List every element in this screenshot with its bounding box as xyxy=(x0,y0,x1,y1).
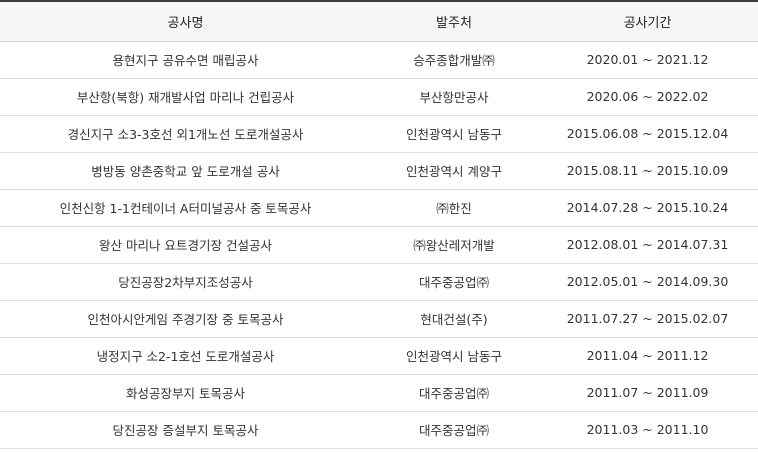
table-row: 당진공장2차부지조성공사 대주중공업㈜ 2012.05.01 ~ 2014.09… xyxy=(0,263,758,301)
client-cell: 현대건설(주) xyxy=(371,300,537,338)
project-name-cell: 경신지구 소3-3호선 외1개노선 도로개설공사 xyxy=(0,115,371,153)
project-name-cell: 당진공장2차부지조성공사 xyxy=(0,263,371,301)
header-period: 공사기간 xyxy=(537,0,758,42)
table-row: 화성공장부지 토목공사 대주중공업㈜ 2011.07 ~ 2011.09 xyxy=(0,374,758,412)
project-history-table-container: 공사명 발주처 공사기간 용현지구 공유수면 매립공사 승주종합개발㈜ 2020… xyxy=(0,0,758,454)
table-row: 부산항(북항) 재개발사업 마리나 건립공사 부산항만공사 2020.06 ~ … xyxy=(0,78,758,116)
table-row: 경신지구 소3-3호선 외1개노선 도로개설공사 인천광역시 남동구 2015.… xyxy=(0,115,758,153)
period-cell: 2015.08.11 ~ 2015.10.09 xyxy=(537,152,758,190)
project-name-cell: 인천신항 1-1컨테이너 A터미널공사 중 토목공사 xyxy=(0,189,371,227)
table-row: 당진공장 증설부지 토목공사 대주중공업㈜ 2011.03 ~ 2011.10 xyxy=(0,411,758,449)
period-cell: 2012.08.01 ~ 2014.07.31 xyxy=(537,226,758,264)
client-cell: 부산항만공사 xyxy=(371,78,537,116)
table-row: 인천신항 1-1컨테이너 A터미널공사 중 토목공사 ㈜한진 2014.07.2… xyxy=(0,189,758,227)
client-cell: ㈜한진 xyxy=(371,189,537,227)
header-client: 발주처 xyxy=(371,0,537,42)
table-row: 인천아시안게임 주경기장 중 토목공사 현대건설(주) 2011.07.27 ~… xyxy=(0,300,758,338)
client-cell: 대주중공업㈜ xyxy=(371,263,537,301)
project-name-cell: 당진공장 증설부지 토목공사 xyxy=(0,411,371,449)
period-cell: 2020.01 ~ 2021.12 xyxy=(537,41,758,79)
period-cell: 2011.07 ~ 2011.09 xyxy=(537,374,758,412)
header-project-name: 공사명 xyxy=(0,0,371,42)
period-cell: 2011.04 ~ 2011.12 xyxy=(537,337,758,375)
header-row: 공사명 발주처 공사기간 xyxy=(0,0,758,42)
table-row: 병방동 양촌중학교 앞 도로개설 공사 인천광역시 계양구 2015.08.11… xyxy=(0,152,758,190)
table-row: 왕산 마리나 요트경기장 건설공사 ㈜왕산레저개발 2012.08.01 ~ 2… xyxy=(0,226,758,264)
project-name-cell: 화성공장부지 토목공사 xyxy=(0,374,371,412)
client-cell: 인천광역시 남동구 xyxy=(371,115,537,153)
project-name-cell: 부산항(북항) 재개발사업 마리나 건립공사 xyxy=(0,78,371,116)
client-cell: 인천광역시 남동구 xyxy=(371,337,537,375)
client-cell: 인천광역시 계양구 xyxy=(371,152,537,190)
client-cell: 승주종합개발㈜ xyxy=(371,41,537,79)
client-cell: 대주중공업㈜ xyxy=(371,411,537,449)
period-cell: 2012.05.01 ~ 2014.09.30 xyxy=(537,263,758,301)
project-name-cell: 왕산 마리나 요트경기장 건설공사 xyxy=(0,226,371,264)
period-cell: 2011.07.27 ~ 2015.02.07 xyxy=(537,300,758,338)
project-name-cell: 냉정지구 소2-1호선 도로개설공사 xyxy=(0,337,371,375)
table-header: 공사명 발주처 공사기간 xyxy=(0,0,758,42)
project-name-cell: 용현지구 공유수면 매립공사 xyxy=(0,41,371,79)
client-cell: 대주중공업㈜ xyxy=(371,374,537,412)
table-row: 용현지구 공유수면 매립공사 승주종합개발㈜ 2020.01 ~ 2021.12 xyxy=(0,41,758,79)
table-row: 냉정지구 소2-1호선 도로개설공사 인천광역시 남동구 2011.04 ~ 2… xyxy=(0,337,758,375)
period-cell: 2014.07.28 ~ 2015.10.24 xyxy=(537,189,758,227)
period-cell: 2011.03 ~ 2011.10 xyxy=(537,411,758,449)
project-name-cell: 병방동 양촌중학교 앞 도로개설 공사 xyxy=(0,152,371,190)
project-history-table: 공사명 발주처 공사기간 용현지구 공유수면 매립공사 승주종합개발㈜ 2020… xyxy=(0,0,758,449)
period-cell: 2015.06.08 ~ 2015.12.04 xyxy=(537,115,758,153)
client-cell: ㈜왕산레저개발 xyxy=(371,226,537,264)
project-name-cell: 인천아시안게임 주경기장 중 토목공사 xyxy=(0,300,371,338)
table-body: 용현지구 공유수면 매립공사 승주종합개발㈜ 2020.01 ~ 2021.12… xyxy=(0,41,758,449)
period-cell: 2020.06 ~ 2022.02 xyxy=(537,78,758,116)
